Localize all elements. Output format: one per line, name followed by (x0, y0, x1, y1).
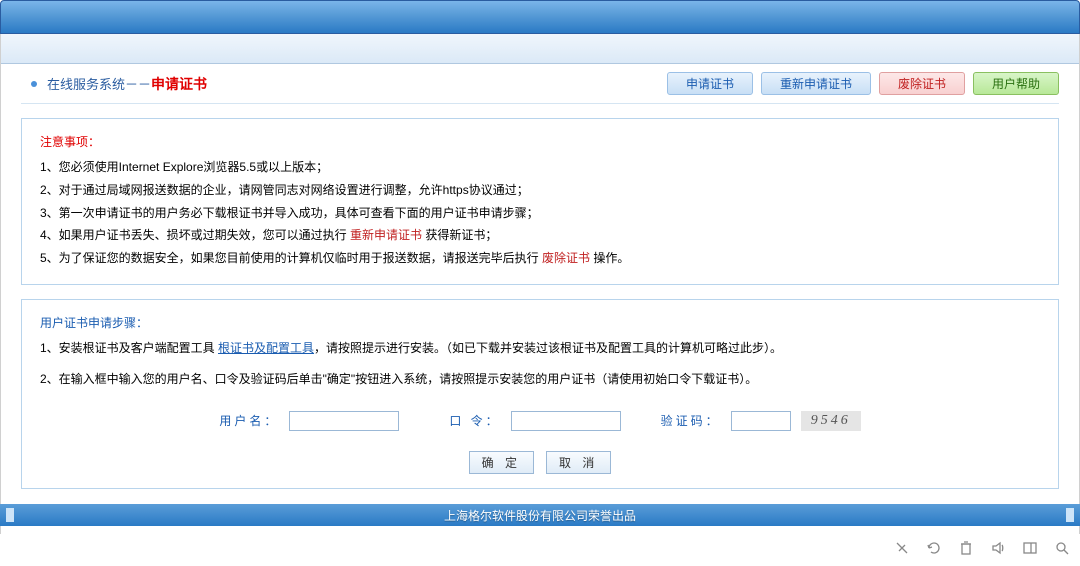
notes-box: 注意事项： 1、您必须使用Internet Explore浏览器5.5或以上版本… (21, 118, 1059, 285)
login-form: 用户名： 口 令： 验证码： 9546 (40, 411, 1040, 431)
username-label: 用户名： (219, 412, 279, 429)
footer-text: 上海格尔软件股份有限公司荣誉出品 (444, 507, 636, 524)
refresh-icon[interactable] (926, 540, 942, 556)
page-title-prefix: 在线服务系统－－ (47, 74, 151, 93)
note-5b: 操作。 (590, 251, 629, 265)
note-4: 4、如果用户证书丢失、损坏或过期失效，您可以通过执行 重新申请证书 获得新证书； (40, 224, 1040, 247)
root-cert-tool-link[interactable]: 根证书及配置工具 (218, 341, 314, 355)
username-input[interactable] (289, 411, 399, 431)
steps-heading: 用户证书申请步骤： (40, 314, 1040, 331)
footer-decor-left (6, 508, 14, 522)
note-3: 3、第一次申请证书的用户务必下载根证书并导入成功，具体可查看下面的用户证书申请步… (40, 202, 1040, 225)
note-4b: 获得新证书； (422, 228, 497, 242)
footer-bar: 上海格尔软件股份有限公司荣誉出品 (0, 504, 1080, 526)
note-2: 2、对于通过局域网报送数据的企业，请网管同志对网络设置进行调整，允许https协… (40, 179, 1040, 202)
note-5: 5、为了保证您的数据安全，如果您目前使用的计算机仅临时用于报送数据，请报送完毕后… (40, 247, 1040, 270)
nav-pills: 申请证书 重新申请证书 废除证书 用户帮助 (667, 72, 1059, 95)
password-label: 口 令： (449, 412, 500, 429)
search-icon[interactable] (1054, 540, 1070, 556)
notes-heading: 注意事项： (40, 133, 1040, 150)
reapply-link-text[interactable]: 重新申请证书 (350, 228, 422, 242)
footer-decor-right (1066, 508, 1074, 522)
pin-icon[interactable] (894, 540, 910, 556)
ok-button[interactable]: 确 定 (469, 451, 534, 474)
nav-apply[interactable]: 申请证书 (667, 72, 753, 95)
note-4a: 4、如果用户证书丢失、损坏或过期失效，您可以通过执行 (40, 228, 350, 242)
cancel-button[interactable]: 取 消 (546, 451, 611, 474)
captcha-image[interactable]: 9546 (801, 411, 861, 431)
page-title-main: 申请证书 (151, 74, 207, 94)
button-row: 确 定 取 消 (40, 451, 1040, 474)
bullet-icon (31, 81, 37, 87)
nav-help[interactable]: 用户帮助 (973, 72, 1059, 95)
header-strip (1, 34, 1079, 64)
captcha-input[interactable] (731, 411, 791, 431)
step-1: 1、安装根证书及客户端配置工具 根证书及配置工具，请按照提示进行安装。（如已下载… (40, 337, 1040, 360)
system-tray (894, 540, 1070, 556)
trash-icon[interactable] (958, 540, 974, 556)
nav-revoke[interactable]: 废除证书 (879, 72, 965, 95)
volume-icon[interactable] (990, 540, 1006, 556)
step-1b: ，请按照提示进行安装。（如已下载并安装过该根证书及配置工具的计算机可略过此步）。 (314, 341, 782, 355)
step-2: 2、在输入框中输入您的用户名、口令及验证码后单击"确定"按钮进入系统，请按照提示… (40, 368, 1040, 391)
step-1a: 1、安装根证书及客户端配置工具 (40, 341, 218, 355)
window-title-bar (0, 0, 1080, 34)
note-5a: 5、为了保证您的数据安全，如果您目前使用的计算机仅临时用于报送数据，请报送完毕后… (40, 251, 542, 265)
password-input[interactable] (511, 411, 621, 431)
note-1: 1、您必须使用Internet Explore浏览器5.5或以上版本； (40, 156, 1040, 179)
nav-reapply[interactable]: 重新申请证书 (761, 72, 871, 95)
revoke-link-text[interactable]: 废除证书 (542, 251, 590, 265)
captcha-label: 验证码： (661, 412, 721, 429)
steps-box: 用户证书申请步骤： 1、安装根证书及客户端配置工具 根证书及配置工具，请按照提示… (21, 299, 1059, 489)
title-row: 在线服务系统－－ 申请证书 申请证书 重新申请证书 废除证书 用户帮助 (21, 64, 1059, 104)
panel-icon[interactable] (1022, 540, 1038, 556)
